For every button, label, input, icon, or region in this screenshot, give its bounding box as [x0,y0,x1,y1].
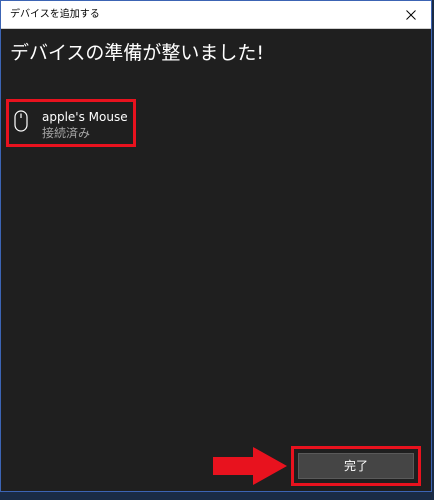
close-button[interactable] [391,1,431,28]
device-item-apple-mouse[interactable]: apple's Mouse 接続済み [6,99,136,147]
done-button[interactable]: 完了 [298,453,414,479]
done-button-highlight: 完了 [291,446,421,486]
page-title: デバイスの準備が整いました! [10,42,265,64]
title-bar: デバイスを追加する [1,1,431,29]
device-status: 接続済み [42,126,91,140]
window-title: デバイスを追加する [10,9,100,20]
mouse-icon [14,110,28,132]
close-icon [406,9,416,20]
arrow-right-icon [213,447,287,485]
add-device-dialog: デバイスを追加する デバイスの準備が整いました! apple's Mouse 接… [0,0,432,492]
device-name: apple's Mouse [42,110,128,124]
